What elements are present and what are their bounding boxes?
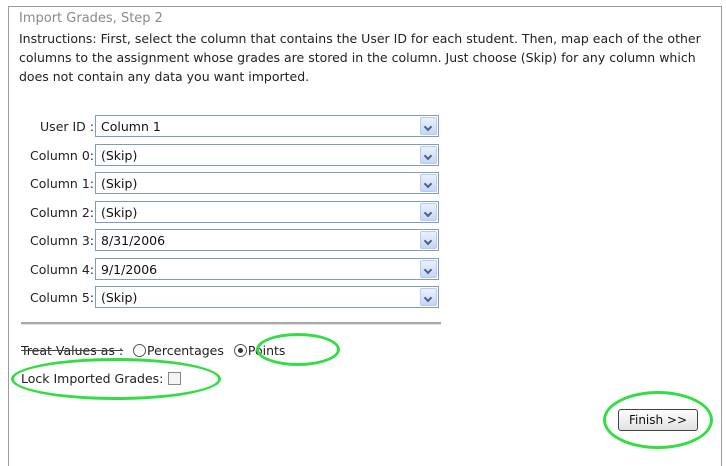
column-3-select[interactable]: 8/31/2006 — [95, 229, 439, 251]
chevron-down-icon[interactable] — [420, 202, 437, 221]
chevron-down-icon[interactable] — [420, 231, 437, 249]
lock-grades-group: Lock Imported Grades: — [21, 371, 182, 386]
lock-grades-label: Lock Imported Grades: — [21, 371, 164, 386]
mapping-label: Column 1: — [29, 176, 94, 191]
mapping-label: Column 5: — [29, 290, 94, 305]
select-value: (Skip) — [101, 204, 138, 220]
percentages-label[interactable]: Percentages — [147, 343, 224, 358]
select-value: 9/1/2006 — [101, 261, 158, 277]
chevron-down-icon[interactable] — [420, 288, 437, 306]
mapping-label: Column 2: — [29, 204, 94, 220]
select-value: Column 1 — [101, 119, 161, 134]
mapping-label: Column 3: — [29, 233, 94, 248]
chevron-down-icon[interactable] — [420, 145, 437, 164]
column-4-select[interactable]: 9/1/2006 — [95, 257, 439, 280]
points-label[interactable]: Points — [248, 343, 286, 358]
points-radio[interactable] — [233, 344, 247, 357]
percentages-radio[interactable] — [133, 344, 147, 357]
page-title: Import Grades, Step 2 — [19, 11, 163, 26]
column-2-select[interactable]: (Skip) — [95, 200, 439, 223]
column-0-select[interactable]: (Skip) — [95, 143, 439, 166]
mapping-label: Column 0: — [29, 147, 94, 163]
chevron-down-icon[interactable] — [420, 174, 437, 192]
mapping-label: Column 4: — [29, 261, 94, 277]
select-value: 8/31/2006 — [101, 233, 166, 248]
treat-values-label: Treat Values as : — [21, 343, 124, 358]
section-divider — [21, 322, 441, 325]
mapping-label: User ID : — [40, 119, 94, 134]
lock-grades-checkbox[interactable] — [168, 372, 182, 385]
select-value: (Skip) — [101, 290, 138, 305]
finish-button[interactable]: Finish >> — [618, 409, 698, 431]
instructions-text: Instructions: First, select the column t… — [19, 31, 701, 84]
column-1-select[interactable]: (Skip) — [95, 172, 439, 194]
chevron-down-icon[interactable] — [420, 259, 437, 278]
select-value: (Skip) — [101, 176, 138, 191]
chevron-down-icon[interactable] — [420, 117, 437, 135]
user-id-select[interactable]: Column 1 — [95, 115, 439, 137]
column-5-select[interactable]: (Skip) — [95, 286, 439, 308]
select-value: (Skip) — [101, 147, 138, 163]
treat-values-group: Treat Values as : Percentages Points — [21, 343, 285, 358]
